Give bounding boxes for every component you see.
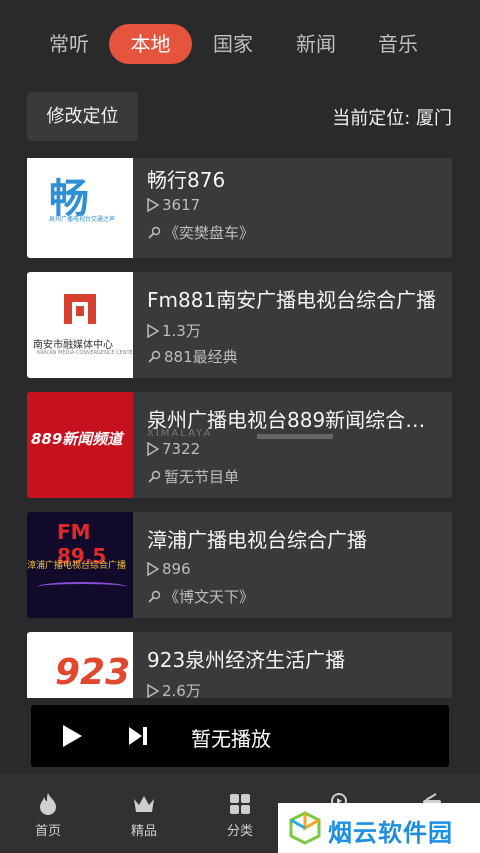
nav-premium[interactable]: 精品 [96,774,192,853]
play-icon [147,441,160,457]
tab-music[interactable]: 音乐 [373,24,423,64]
station-title: 漳浦广播电视台综合广播 [147,528,367,552]
station-logo: 923 [27,632,133,698]
station-card[interactable]: FM 89.5 漳浦广播电视台综合广播 漳浦广播电视台综合广播 896 《博文天… [27,512,452,618]
microphone-icon [148,470,161,483]
station-logo: 889新闻频道 [27,392,133,498]
microphone-icon [148,590,161,603]
current-location-label: 当前定位: 厦门 [332,108,452,129]
nav-category[interactable]: 分类 [192,774,288,853]
station-list[interactable]: 畅 泉州广播电视台交通之声 畅行876 3617 《奕樊盘车》 南安市融媒体中心… [0,158,480,698]
tab-news[interactable]: 新闻 [291,24,341,64]
now-playing-label: 暂无播放 [191,727,271,751]
flame-icon [40,793,56,815]
nanan-logo-icon [64,294,96,324]
play-count: 1.3万 [147,320,201,341]
station-card[interactable]: 畅 泉州广播电视台交通之声 畅行876 3617 《奕樊盘车》 [27,158,452,258]
station-title: 畅行876 [147,168,226,192]
tab-national[interactable]: 国家 [208,24,258,64]
play-count: 896 [147,560,191,578]
progress-track [257,434,333,439]
grid-icon [230,794,250,814]
play-count: 2.6万 [147,680,201,698]
play-icon [147,561,160,577]
station-logo: 南安市融媒体中心 NAN'AN MEDIA CONVERGENCE CENTER [27,272,133,378]
station-card[interactable]: 889新闻频道 泉州广播电视台889新闻综合广播 XIMALAYA 7322 暂… [27,392,452,498]
play-icon [147,197,160,213]
play-icon [147,683,160,698]
play-button[interactable] [61,724,83,748]
station-title: Fm881南安广播电视台综合广播 [147,288,437,312]
station-logo: FM 89.5 漳浦广播电视台综合广播 [27,512,133,618]
tab-frequent[interactable]: 常听 [44,24,94,64]
station-title: 923泉州经济生活广播 [147,648,346,672]
ximalaya-watermark: XIMALAYA [147,428,213,439]
cube-logo-icon [289,811,321,845]
program-info: 881最经典 [147,346,238,367]
play-icon [147,323,160,339]
play-count: 7322 [147,440,200,458]
program-info: 《博文天下》 [147,586,254,607]
tab-local[interactable]: 本地 [109,24,192,64]
microphone-icon [148,350,161,363]
site-watermark: 烟云软件园 [278,803,480,853]
station-card[interactable]: 南安市融媒体中心 NAN'AN MEDIA CONVERGENCE CENTER… [27,272,452,378]
play-count: 3617 [147,196,200,214]
next-track-button[interactable] [127,725,149,747]
program-info: 暂无节目单 [147,466,239,487]
change-location-button[interactable]: 修改定位 [27,92,138,141]
nav-home[interactable]: 首页 [0,774,96,853]
station-card[interactable]: 923 923泉州经济生活广播 2.6万 [27,632,452,698]
station-logo: 畅 泉州广播电视台交通之声 [27,158,133,258]
program-info: 《奕樊盘车》 [147,222,254,243]
category-tabs: 常听 本地 国家 新闻 音乐 [0,24,480,68]
mini-player: 暂无播放 [31,705,449,767]
microphone-icon [148,226,161,239]
crown-icon [134,796,154,812]
